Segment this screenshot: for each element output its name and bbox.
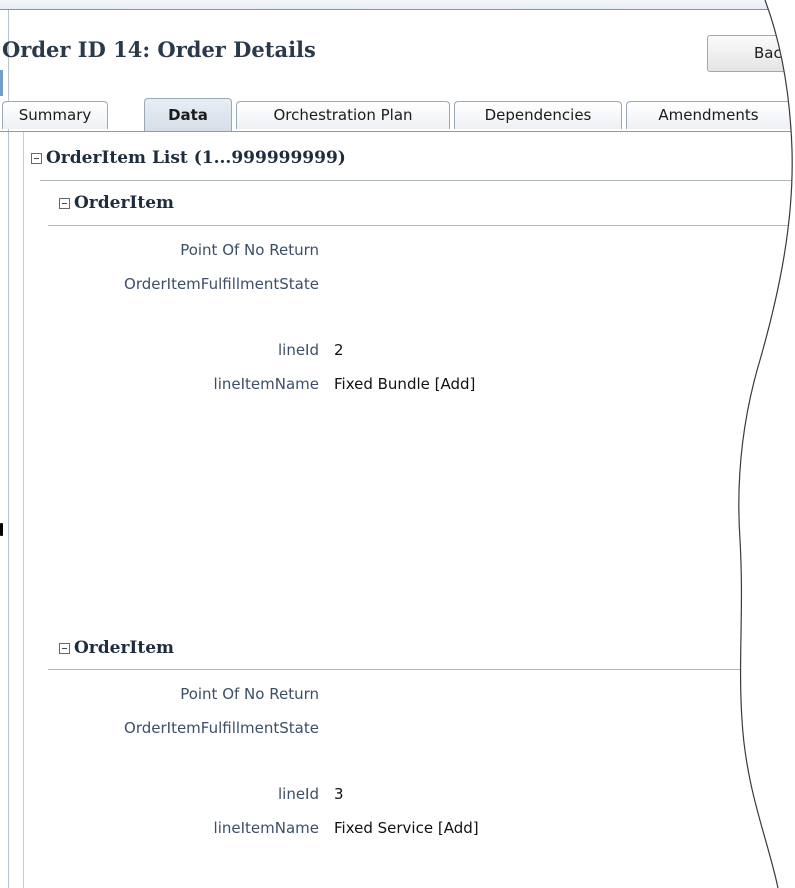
order-item-list-title: OrderItem List (1...999999999) [46,148,346,168]
field-label-line-item-name: lineItemName [213,819,319,837]
divider [40,180,795,181]
field-label-fulfillment-state: OrderItemFulfillmentState [124,275,319,293]
tab-bar: Summary Data Orchestration Plan Dependen… [0,98,795,132]
field-label-line-id: lineId [277,785,319,803]
field-label-point-of-no-return: Point Of No Return [180,685,319,703]
frame-border [8,10,9,888]
tab-orchestration-plan[interactable]: Orchestration Plan [236,101,450,129]
content-border [23,132,24,888]
field-label-line-item-name: lineItemName [213,375,319,393]
tab-data[interactable]: Data [144,98,232,131]
tab-dependencies[interactable]: Dependencies [454,101,622,129]
collapse-icon[interactable] [31,152,42,164]
splitter-grip[interactable] [0,523,3,536]
torn-edge-decoration [738,0,795,888]
divider [48,225,795,226]
order-item-list-header[interactable]: OrderItem List (1...999999999) [31,148,346,168]
field-value-line-item-name: Fixed Service [Add] [334,819,479,837]
tab-summary[interactable]: Summary [2,101,108,129]
field-label-fulfillment-state: OrderItemFulfillmentState [124,719,319,737]
field-label-line-id: lineId [277,341,319,359]
field-label-point-of-no-return: Point Of No Return [180,241,319,259]
order-item-header[interactable]: OrderItem [59,638,174,658]
field-value-line-id: 2 [334,341,344,359]
field-value-line-item-name: Fixed Bundle [Add] [334,375,476,393]
collapse-icon[interactable] [59,642,70,654]
splitter-handle[interactable] [0,70,3,96]
window-top-bar [0,0,795,10]
page-title: Order ID 14: Order Details [2,37,316,62]
divider [48,669,795,670]
order-item-header[interactable]: OrderItem [59,193,174,213]
field-value-line-id: 3 [334,785,344,803]
collapse-icon[interactable] [59,197,70,209]
order-item-title: OrderItem [74,638,175,658]
order-item-title: OrderItem [74,193,175,213]
